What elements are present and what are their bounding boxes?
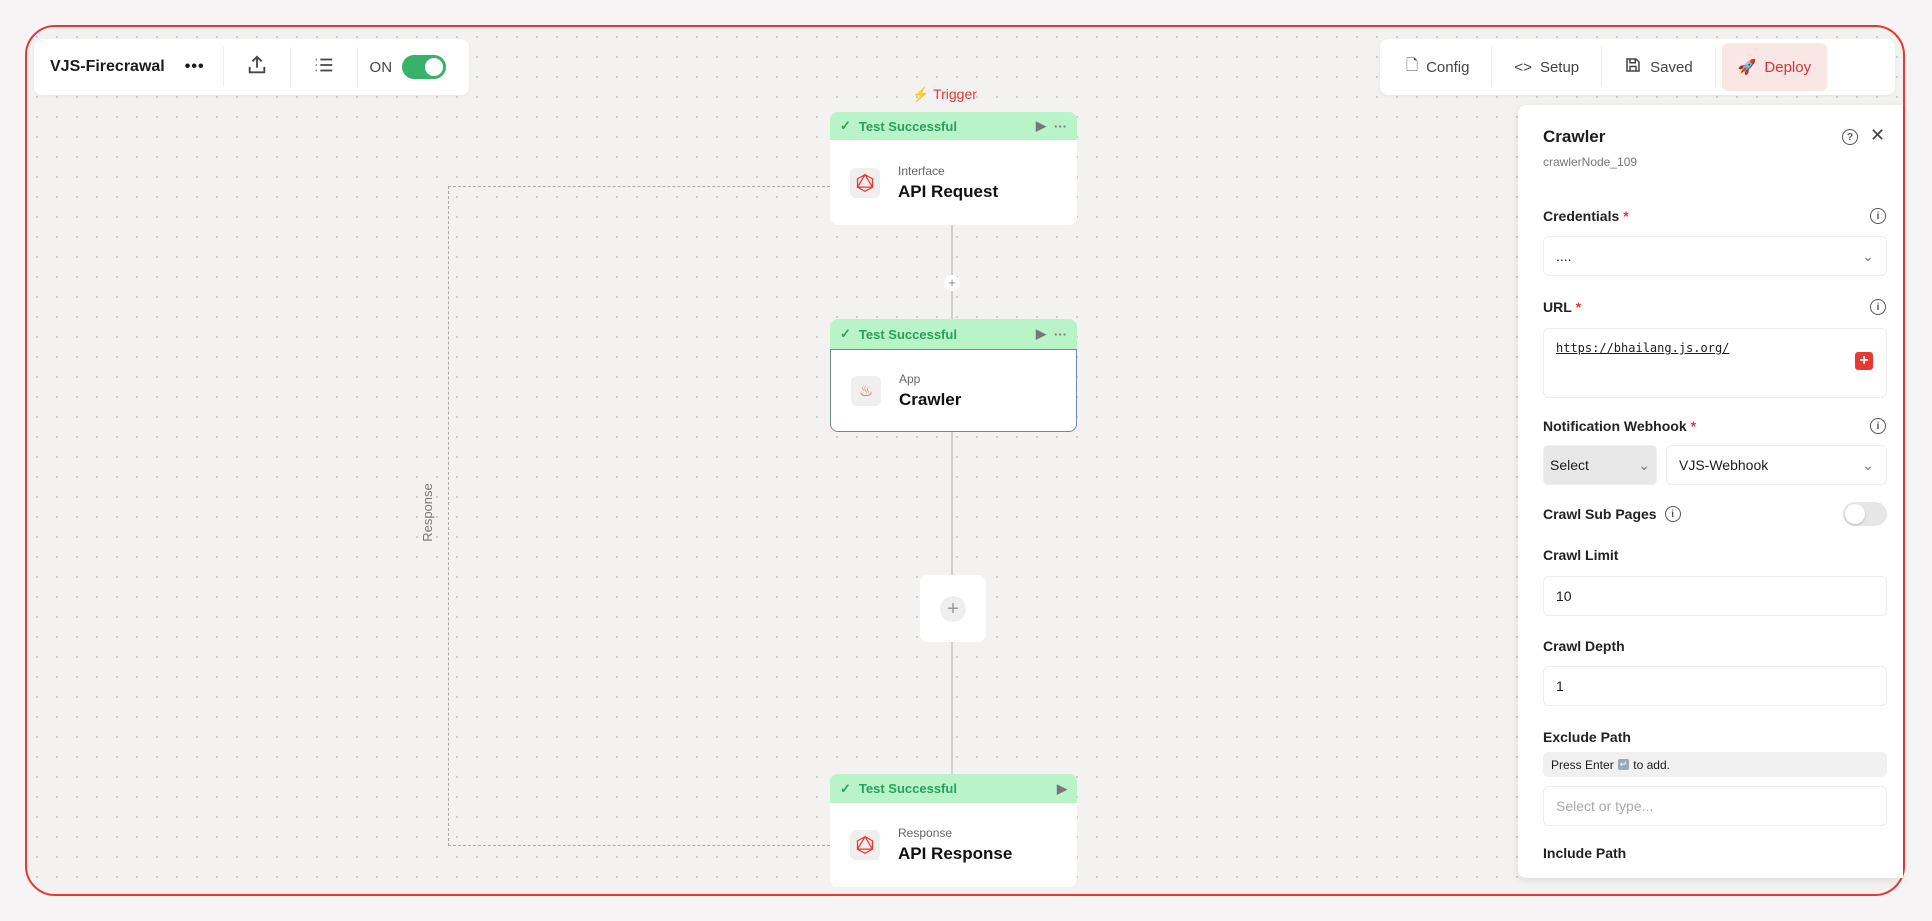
graphql-icon (850, 167, 880, 198)
node-api-request[interactable]: ✓ Test Successful ▶ ··· Interface API Reques… (830, 112, 1077, 225)
crawl-sub-pages-toggle[interactable] (1843, 502, 1887, 526)
run-icon[interactable]: ▶ (1036, 326, 1046, 342)
webhook-mode-select[interactable]: Select ⌄ (1543, 445, 1657, 485)
node-crawler[interactable]: ✓ Test Successful ▶ ··· ♨ App Crawler (830, 319, 1077, 432)
saved-button[interactable]: Saved (1602, 43, 1715, 91)
rocket-icon: 🚀 (1737, 59, 1757, 76)
loop-label: Response (420, 470, 435, 555)
plus-icon: + (940, 595, 966, 622)
exclude-path-label: Exclude Path (1543, 729, 1631, 745)
workflow-toolbar: VJS-Firecrawal ••• ON (34, 39, 469, 95)
info-icon[interactable]: i (1664, 506, 1681, 522)
help-icon[interactable]: ? (1842, 129, 1858, 145)
url-input[interactable]: https://bhailang.js.org/ (1543, 328, 1887, 398)
flame-icon: ♨ (851, 375, 881, 406)
node-config-panel: Crawler crawlerNode_109 ? ✕ Credentials *… (1518, 105, 1903, 878)
divider (1714, 47, 1716, 87)
check-circle-icon: ✓ (840, 118, 851, 133)
toggle-label: ON (369, 58, 393, 76)
chevron-down-icon: ⌄ (1862, 247, 1874, 264)
panel-title: Crawler (1543, 127, 1606, 146)
chevron-down-icon: ⌄ (1638, 456, 1650, 473)
check-circle-icon: ✓ (840, 326, 851, 341)
exclude-hint: Press Enter ↵ to add. (1543, 752, 1887, 777)
lightning-icon: ⚡ (912, 86, 930, 102)
response-loop (448, 186, 830, 846)
url-label: URL * (1543, 299, 1582, 315)
more-icon[interactable]: ··· (1054, 119, 1067, 134)
info-icon[interactable]: i (1870, 208, 1886, 224)
graphql-icon (850, 830, 880, 860)
workflow-toggle[interactable] (402, 55, 447, 79)
node-id: crawlerNode_109 (1543, 155, 1638, 169)
crawl-depth-input[interactable]: 1 (1543, 666, 1887, 706)
add-step-icon[interactable]: + (944, 275, 960, 291)
webhook-select[interactable]: VJS-Webhook ⌄ (1666, 445, 1887, 485)
trigger-label: ⚡ Trigger (912, 86, 977, 102)
crawl-depth-label: Crawl Depth (1543, 638, 1625, 654)
credentials-label: Credentials * (1543, 208, 1629, 224)
crawl-limit-input[interactable]: 10 (1543, 576, 1887, 616)
save-icon (1624, 56, 1642, 78)
deploy-button[interactable]: 🚀 Deploy (1721, 43, 1828, 91)
crawl-limit-label: Crawl Limit (1543, 547, 1619, 563)
file-code-icon: 🗋 (1406, 56, 1419, 74)
info-icon[interactable]: i (1870, 299, 1886, 315)
info-icon[interactable]: i (1870, 418, 1886, 434)
export-icon[interactable] (224, 54, 290, 81)
more-icon[interactable]: ··· (1054, 327, 1067, 342)
enter-key-icon: ↵ (1617, 759, 1630, 770)
connector-line (951, 225, 953, 805)
code-icon: <> (1514, 58, 1532, 76)
node-api-response[interactable]: ✓ Test Successful ▶ Response API Response (830, 774, 1077, 887)
more-icon[interactable]: ••• (185, 58, 205, 76)
actions-toolbar: 🗋 Config <> Setup Saved 🚀 Deploy (1380, 39, 1895, 95)
chevron-down-icon: ⌄ (1862, 456, 1874, 473)
run-icon[interactable]: ▶ (1036, 118, 1046, 134)
exclude-path-input[interactable]: Select or type... (1543, 786, 1887, 826)
run-icon[interactable]: ▶ (1057, 781, 1067, 797)
workflow-title[interactable]: VJS-Firecrawal (34, 58, 165, 76)
check-circle-icon: ✓ (840, 780, 851, 796)
setup-button[interactable]: <> Setup (1492, 43, 1601, 91)
credentials-select[interactable]: .... ⌄ (1543, 236, 1887, 276)
webhook-label: Notification Webhook * (1543, 418, 1697, 434)
list-icon[interactable] (291, 54, 357, 81)
add-step-button[interactable]: + (920, 575, 986, 642)
include-path-label: Include Path (1543, 845, 1627, 861)
divider (356, 47, 358, 87)
config-button[interactable]: 🗋 Config (1384, 43, 1491, 91)
add-variable-icon[interactable]: + (1855, 352, 1873, 370)
crawl-sub-pages-label: Crawl Sub Pages i (1543, 506, 1681, 522)
close-icon[interactable]: ✕ (1870, 125, 1885, 146)
